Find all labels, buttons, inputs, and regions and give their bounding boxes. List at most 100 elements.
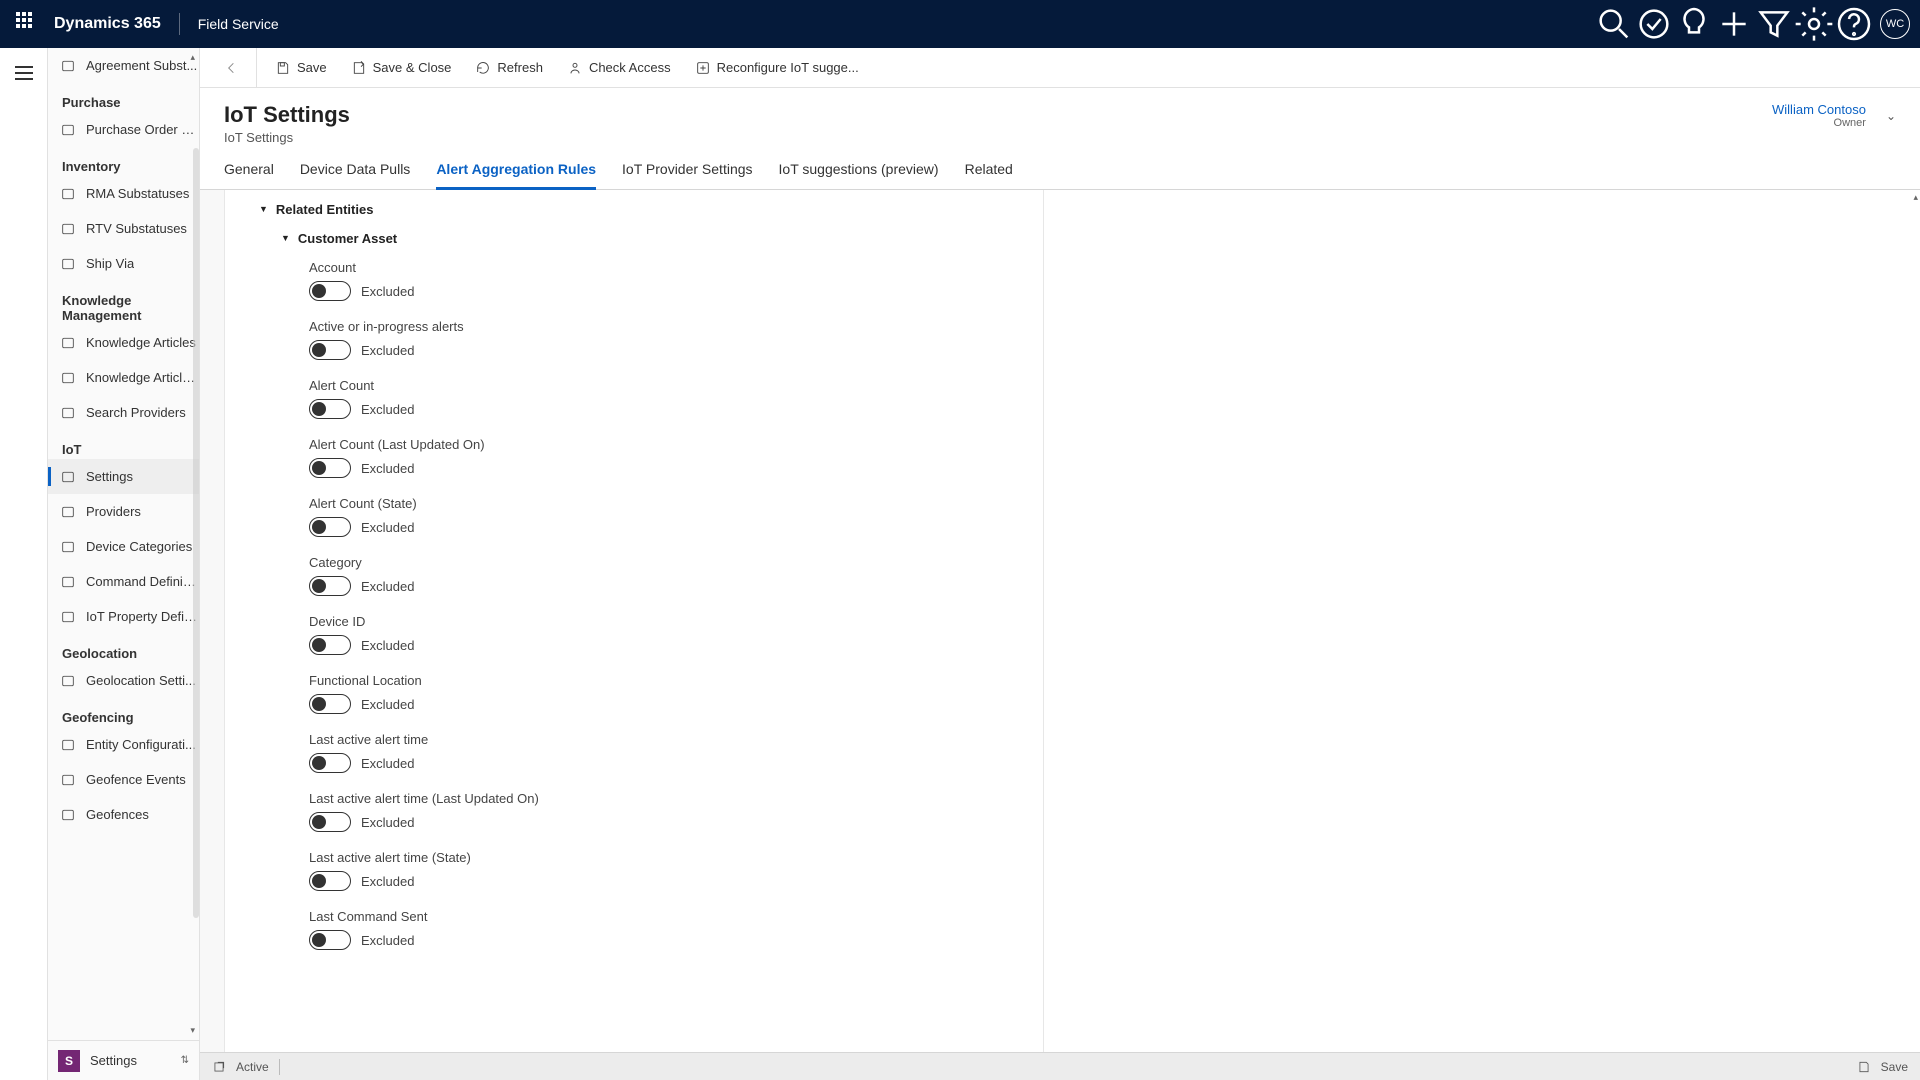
app-area[interactable]: Field Service xyxy=(198,16,279,32)
settings-icon[interactable] xyxy=(1794,0,1834,48)
back-button[interactable] xyxy=(208,48,257,88)
sidebar-item[interactable]: Settings xyxy=(48,459,199,494)
entity-icon xyxy=(60,186,76,202)
sidebar-item[interactable]: Device Categories xyxy=(48,529,199,564)
chevron-updown-icon: ⇅ xyxy=(181,1055,189,1066)
toggle-value: Excluded xyxy=(361,697,414,712)
save-icon xyxy=(1857,1060,1871,1074)
entity-icon xyxy=(60,335,76,351)
toggle-value: Excluded xyxy=(361,284,414,299)
page-subtitle: IoT Settings xyxy=(224,130,350,145)
entity-icon xyxy=(60,469,76,485)
sidebar-group-header: IoT xyxy=(48,430,199,459)
filter-icon[interactable] xyxy=(1754,0,1794,48)
field-label: Alert Count xyxy=(309,378,1043,393)
sidebar-item[interactable]: Entity Configurati... xyxy=(48,727,199,762)
sidebar-item[interactable]: Agreement Subst... xyxy=(48,48,199,83)
user-avatar[interactable]: WC xyxy=(1880,9,1910,39)
reconfigure-button[interactable]: Reconfigure IoT sugge... xyxy=(683,48,871,88)
sidebar-item[interactable]: Knowledge Articles xyxy=(48,325,199,360)
footer-save-button[interactable]: Save xyxy=(1857,1060,1908,1074)
sitemap-sidebar: Agreement Subst...PurchasePurchase Order… xyxy=(48,48,200,1080)
area-switcher[interactable]: S Settings ⇅ xyxy=(48,1040,199,1080)
form-field: Alert Count (Last Updated On) Excluded xyxy=(309,437,1043,478)
section-title: Related Entities xyxy=(276,202,374,217)
hamburger-icon[interactable] xyxy=(15,66,33,80)
search-icon[interactable] xyxy=(1594,0,1634,48)
toggle-switch[interactable] xyxy=(309,753,351,773)
sidebar-item[interactable]: RTV Substatuses xyxy=(48,211,199,246)
left-form-panel: ▼Related Entities ▼Customer Asset Accoun… xyxy=(224,190,1044,1052)
form-field: Last active alert time (State) Excluded xyxy=(309,850,1043,891)
sidebar-item-label: Entity Configurati... xyxy=(86,737,196,752)
check-access-label: Check Access xyxy=(589,60,671,75)
sidebar-item[interactable]: Geofences xyxy=(48,797,199,832)
sidebar-item[interactable]: Purchase Order S... xyxy=(48,112,199,147)
sitemap-collapse-column xyxy=(0,48,48,1080)
toggle-switch[interactable] xyxy=(309,871,351,891)
scroll-down-icon[interactable]: ▾ xyxy=(190,1025,195,1036)
toggle-switch[interactable] xyxy=(309,576,351,596)
footer-save-label: Save xyxy=(1881,1060,1908,1074)
sidebar-group-header: Geolocation xyxy=(48,634,199,663)
sidebar-item[interactable]: IoT Property Defin... xyxy=(48,599,199,634)
entity-icon xyxy=(60,574,76,590)
form-tab[interactable]: General xyxy=(224,161,274,189)
form-tab[interactable]: IoT suggestions (preview) xyxy=(779,161,939,189)
toggle-switch[interactable] xyxy=(309,930,351,950)
entity-icon xyxy=(60,609,76,625)
field-label: Alert Count (State) xyxy=(309,496,1043,511)
header-expand-icon[interactable]: ⌄ xyxy=(1886,109,1896,123)
sidebar-item[interactable]: Geofence Events xyxy=(48,762,199,797)
form-tab[interactable]: Device Data Pulls xyxy=(300,161,411,189)
sidebar-item[interactable]: Search Providers xyxy=(48,395,199,430)
sidebar-item[interactable]: Command Definiti... xyxy=(48,564,199,599)
popout-icon[interactable] xyxy=(212,1060,226,1074)
toggle-switch[interactable] xyxy=(309,694,351,714)
divider xyxy=(179,13,180,35)
refresh-button[interactable]: Refresh xyxy=(463,48,555,88)
form-field: Alert Count (State) Excluded xyxy=(309,496,1043,537)
refresh-label: Refresh xyxy=(497,60,543,75)
toggle-switch[interactable] xyxy=(309,812,351,832)
sidebar-group-header: Knowledge Management xyxy=(48,281,199,325)
sidebar-item[interactable]: Geolocation Setti... xyxy=(48,663,199,698)
toggle-switch[interactable] xyxy=(309,458,351,478)
sidebar-item[interactable]: Knowledge Article... xyxy=(48,360,199,395)
sidebar-item[interactable]: Providers xyxy=(48,494,199,529)
scrollbar-thumb[interactable] xyxy=(193,148,199,918)
toggle-switch[interactable] xyxy=(309,635,351,655)
sidebar-item[interactable]: RMA Substatuses xyxy=(48,176,199,211)
app-launcher-icon[interactable] xyxy=(16,12,40,36)
form-tab[interactable]: Related xyxy=(965,161,1013,189)
toggle-value: Excluded xyxy=(361,933,414,948)
form-tab[interactable]: IoT Provider Settings xyxy=(622,161,752,189)
sidebar-item-label: Purchase Order S... xyxy=(86,122,199,137)
sidebar-item-label: Geofence Events xyxy=(86,772,186,787)
add-icon[interactable] xyxy=(1714,0,1754,48)
form-field: Last active alert time (Last Updated On)… xyxy=(309,791,1043,832)
toggle-switch[interactable] xyxy=(309,340,351,360)
save-close-button[interactable]: Save & Close xyxy=(339,48,464,88)
entity-icon xyxy=(60,122,76,138)
owner-label: Owner xyxy=(1772,117,1866,129)
sidebar-item-label: Search Providers xyxy=(86,405,186,420)
insights-icon[interactable] xyxy=(1674,0,1714,48)
subsection-header[interactable]: ▼Customer Asset xyxy=(281,231,1043,246)
form-tab[interactable]: Alert Aggregation Rules xyxy=(436,161,596,189)
check-access-button[interactable]: Check Access xyxy=(555,48,683,88)
toggle-switch[interactable] xyxy=(309,517,351,537)
toggle-switch[interactable] xyxy=(309,281,351,301)
owner-name[interactable]: William Contoso xyxy=(1772,102,1866,117)
sidebar-item-label: Device Categories xyxy=(86,539,192,554)
section-header[interactable]: ▼Related Entities xyxy=(259,202,1043,217)
help-icon[interactable] xyxy=(1834,0,1874,48)
scroll-up-icon[interactable]: ▴ xyxy=(190,52,195,63)
save-button[interactable]: Save xyxy=(263,48,339,88)
task-icon[interactable] xyxy=(1634,0,1674,48)
save-close-label: Save & Close xyxy=(373,60,452,75)
scroll-up-icon[interactable]: ▴ xyxy=(1913,192,1918,203)
toggle-switch[interactable] xyxy=(309,399,351,419)
entity-icon xyxy=(60,807,76,823)
sidebar-item[interactable]: Ship Via xyxy=(48,246,199,281)
